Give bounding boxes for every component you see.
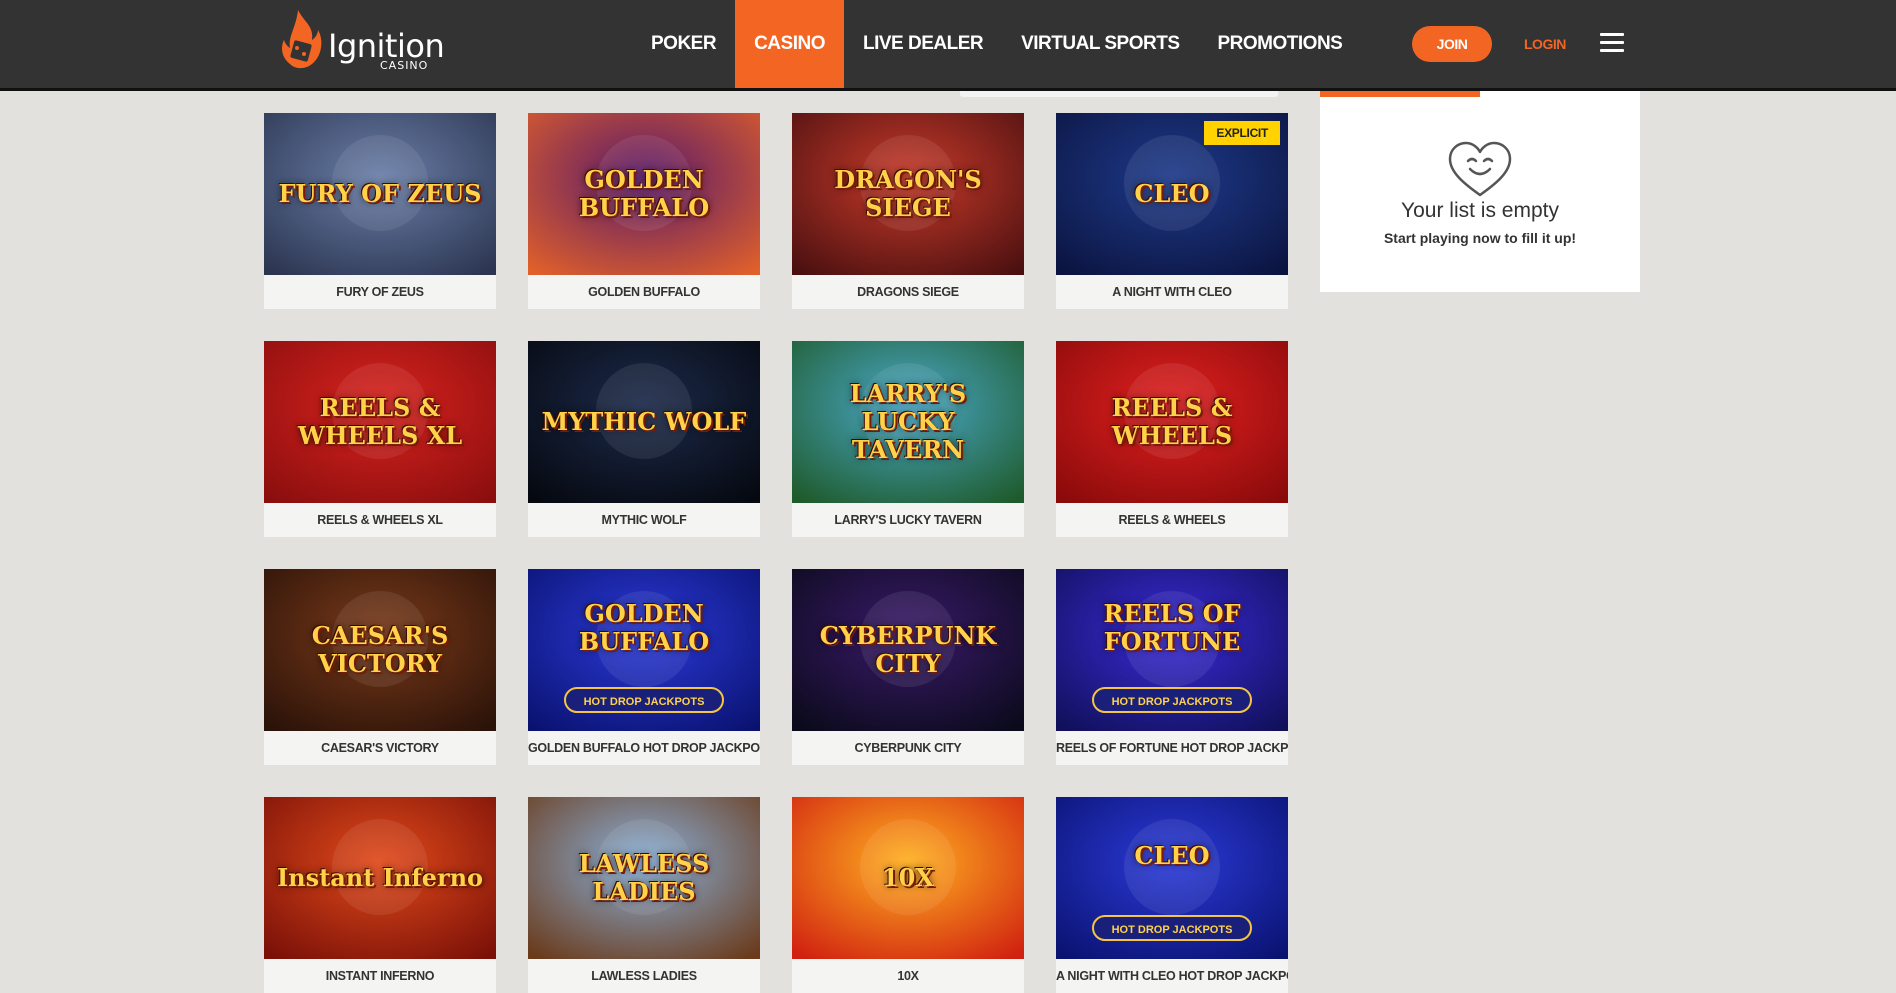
brand-name: Ignition: [328, 27, 445, 65]
game-title[interactable]: A NIGHT WITH CLEO HOT DROP JACKPOTS: [1056, 959, 1288, 993]
game-thumbnail[interactable]: CAESAR'S VICTORY: [264, 569, 496, 731]
game-art-title: Instant Inferno: [276, 863, 484, 892]
game-card[interactable]: LAWLESS LADIES LAWLESS LADIES: [528, 797, 760, 993]
game-card[interactable]: REELS & WHEELS XL REELS & WHEELS XL: [264, 341, 496, 537]
game-card[interactable]: DRAGON'S SIEGE DRAGONS SIEGE: [792, 113, 1024, 309]
game-title[interactable]: REELS & WHEELS: [1056, 503, 1288, 537]
hot-drop-jackpots-logo: HOT DROP JACKPOTS: [1092, 915, 1252, 941]
game-art-title: FURY OF ZEUS: [278, 179, 482, 208]
game-card[interactable]: FURY OF ZEUS FURY OF ZEUS: [264, 113, 496, 309]
top-navbar: Ignition CASINO POKER CASINO LIVE DEALER…: [0, 0, 1896, 91]
game-card[interactable]: LARRY'S LUCKY TAVERN LARRY'S LUCKY TAVERN: [792, 341, 1024, 537]
flame-icon: [282, 10, 322, 69]
game-card[interactable]: REELS & WHEELS REELS & WHEELS: [1056, 341, 1288, 537]
game-title[interactable]: REELS & WHEELS XL: [264, 503, 496, 537]
game-art-title: GOLDEN BUFFALO: [578, 165, 710, 222]
login-link[interactable]: LOGIN: [1524, 26, 1566, 62]
favorites-empty-title: Your list is empty: [1401, 199, 1559, 222]
game-art-title: CAESAR'S VICTORY: [311, 621, 449, 678]
game-card[interactable]: GOLDEN BUFFALO HOT DROP JACKPOTS GOLDEN BU…: [528, 569, 760, 765]
game-card[interactable]: REELS OF FORTUNE HOT DROP JACKPOTS REELS O…: [1056, 569, 1288, 765]
game-art-title: MYTHIC WOLF: [541, 407, 747, 436]
game-title[interactable]: A NIGHT WITH CLEO: [1056, 275, 1288, 309]
nav-promotions[interactable]: PROMOTIONS: [1199, 0, 1362, 88]
nav-poker[interactable]: POKER: [632, 0, 735, 88]
game-title[interactable]: LARRY'S LUCKY TAVERN: [792, 503, 1024, 537]
game-thumbnail[interactable]: REELS & WHEELS: [1056, 341, 1288, 503]
game-art-title: CYBERPUNK CITY: [819, 621, 997, 678]
game-title[interactable]: INSTANT INFERNO: [264, 959, 496, 993]
main-nav: POKER CASINO LIVE DEALER VIRTUAL SPORTS …: [632, 0, 1361, 88]
game-art-title: CLEO: [1134, 841, 1210, 870]
game-card[interactable]: CAESAR'S VICTORY CAESAR'S VICTORY: [264, 569, 496, 765]
nav-virtual-sports[interactable]: VIRTUAL SPORTS: [1002, 0, 1198, 88]
game-card[interactable]: CLEO HOT DROP JACKPOTS A NIGHT WITH CLEO H…: [1056, 797, 1288, 993]
game-art-title: 10X: [881, 863, 935, 892]
game-art-title: REELS OF FORTUNE: [1103, 599, 1241, 656]
game-thumbnail[interactable]: REELS OF FORTUNE HOT DROP JACKPOTS: [1056, 569, 1288, 731]
game-title[interactable]: CYBERPUNK CITY: [792, 731, 1024, 765]
game-thumbnail[interactable]: Instant Inferno: [264, 797, 496, 959]
game-thumbnail[interactable]: FURY OF ZEUS: [264, 113, 496, 275]
game-art-title: DRAGON'S SIEGE: [834, 165, 982, 222]
game-card[interactable]: CLEO EXPLICIT A NIGHT WITH CLEO: [1056, 113, 1288, 309]
game-thumbnail[interactable]: MYTHIC WOLF: [528, 341, 760, 503]
search-bar-edge[interactable]: [960, 91, 1278, 97]
game-thumbnail[interactable]: REELS & WHEELS XL: [264, 341, 496, 503]
game-card[interactable]: MYTHIC WOLF MYTHIC WOLF: [528, 341, 760, 537]
game-card[interactable]: GOLDEN BUFFALO GOLDEN BUFFALO: [528, 113, 760, 309]
game-thumbnail[interactable]: LARRY'S LUCKY TAVERN: [792, 341, 1024, 503]
game-thumbnail[interactable]: DRAGON'S SIEGE: [792, 113, 1024, 275]
game-card[interactable]: CYBERPUNK CITY CYBERPUNK CITY: [792, 569, 1024, 765]
game-thumbnail[interactable]: CLEO EXPLICIT: [1056, 113, 1288, 275]
brand-subtitle: CASINO: [380, 59, 429, 72]
game-title[interactable]: DRAGONS SIEGE: [792, 275, 1024, 309]
game-title[interactable]: LAWLESS LADIES: [528, 959, 760, 993]
game-thumbnail[interactable]: CYBERPUNK CITY: [792, 569, 1024, 731]
nav-casino[interactable]: CASINO: [735, 0, 844, 88]
game-art-title: GOLDEN BUFFALO: [578, 599, 710, 656]
game-title[interactable]: REELS OF FORTUNE HOT DROP JACKPOTS: [1056, 731, 1288, 765]
hamburger-menu-icon[interactable]: [1600, 33, 1624, 53]
join-button[interactable]: JOIN: [1412, 26, 1492, 62]
game-art-title: REELS & WHEELS: [1111, 393, 1233, 450]
game-thumbnail[interactable]: GOLDEN BUFFALO HOT DROP JACKPOTS: [528, 569, 760, 731]
nav-live-dealer[interactable]: LIVE DEALER: [844, 0, 1002, 88]
game-thumbnail[interactable]: CLEO HOT DROP JACKPOTS: [1056, 797, 1288, 959]
hot-drop-jackpots-logo: HOT DROP JACKPOTS: [1092, 687, 1252, 713]
explicit-badge: EXPLICIT: [1204, 121, 1280, 145]
game-title[interactable]: 10X: [792, 959, 1024, 993]
hot-drop-jackpots-logo: HOT DROP JACKPOTS: [564, 687, 724, 713]
game-art-title: LAWLESS LADIES: [578, 849, 710, 906]
game-thumbnail[interactable]: LAWLESS LADIES: [528, 797, 760, 959]
smiling-heart-icon: [1448, 141, 1512, 197]
game-title[interactable]: GOLDEN BUFFALO: [528, 275, 760, 309]
favorites-empty-subtitle: Start playing now to fill it up!: [1383, 230, 1577, 246]
game-thumbnail[interactable]: GOLDEN BUFFALO: [528, 113, 760, 275]
game-thumbnail[interactable]: 10X: [792, 797, 1024, 959]
game-art-title: REELS & WHEELS XL: [297, 393, 463, 450]
game-title[interactable]: GOLDEN BUFFALO HOT DROP JACKPOTS: [528, 731, 760, 765]
ignition-logo[interactable]: Ignition CASINO: [278, 8, 445, 74]
game-art-title: LARRY'S LUCKY TAVERN: [849, 379, 967, 464]
game-card[interactable]: Instant Inferno INSTANT INFERNO: [264, 797, 496, 993]
favorites-panel: Your list is empty Start playing now to …: [1320, 97, 1640, 292]
game-title[interactable]: MYTHIC WOLF: [528, 503, 760, 537]
game-title[interactable]: FURY OF ZEUS: [264, 275, 496, 309]
game-card[interactable]: 10X 10X: [792, 797, 1024, 993]
game-title[interactable]: CAESAR'S VICTORY: [264, 731, 496, 765]
